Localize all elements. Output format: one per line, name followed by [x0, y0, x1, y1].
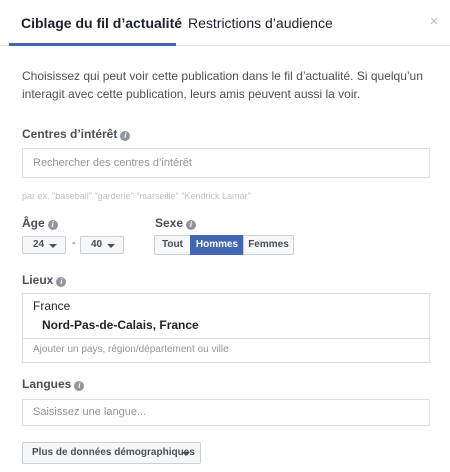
tab-audience-restrictions[interactable]: Restrictions d’audience — [188, 14, 333, 32]
age-label: Âge i — [22, 215, 58, 231]
locations-label: Lieux i — [22, 272, 67, 288]
gender-option-men[interactable]: Hommes — [190, 235, 244, 255]
divider — [23, 338, 429, 339]
interests-hint: par ex. "baseball" "garderie" "marseille… — [22, 191, 251, 201]
age-label-text: Âge — [22, 216, 45, 230]
interests-search-input[interactable]: Rechercher des centres d’intérêt — [22, 148, 430, 178]
info-icon[interactable]: i — [186, 220, 197, 230]
tab-bar: Ciblage du fil d’actualité Restrictions … — [0, 0, 450, 46]
intro-text: Choisissez qui peut voir cette publicati… — [22, 69, 423, 101]
chevron-down-icon — [107, 244, 115, 248]
info-icon[interactable]: i — [74, 381, 85, 391]
languages-label: Langues i — [22, 376, 85, 392]
gender-label: Sexe i — [155, 215, 197, 231]
age-max-value: 40 — [91, 239, 103, 250]
age-range-separator: - — [72, 237, 76, 249]
info-icon[interactable]: i — [47, 220, 58, 230]
interests-label: Centres d’intérêt i — [22, 126, 131, 142]
location-country: France — [33, 299, 71, 313]
close-icon[interactable]: × — [425, 13, 443, 31]
location-region[interactable]: Nord-Pas-de-Calais, France — [42, 318, 199, 332]
interests-label-text: Centres d’intérêt — [22, 127, 118, 141]
gender-label-text: Sexe — [155, 216, 184, 230]
more-demographics-button[interactable]: Plus de données démographiques — [22, 442, 201, 464]
language-search-input[interactable]: Saisissez une langue... — [22, 399, 430, 426]
languages-label-text: Langues — [22, 377, 72, 391]
locations-label-text: Lieux — [22, 273, 54, 287]
location-search-input[interactable]: Ajouter un pays, région/département ou v… — [33, 344, 229, 355]
age-max-select[interactable]: 40 — [80, 236, 124, 254]
age-min-value: 24 — [33, 239, 45, 250]
age-min-select[interactable]: 24 — [22, 236, 66, 254]
active-tab-indicator — [9, 43, 176, 46]
gender-option-all[interactable]: Tout — [154, 235, 191, 255]
gender-option-women[interactable]: Femmes — [243, 235, 294, 255]
chevron-down-icon — [49, 244, 57, 248]
chevron-down-icon — [182, 452, 190, 456]
tab-newsfeed-targeting[interactable]: Ciblage du fil d’actualité — [21, 14, 182, 32]
info-icon[interactable]: i — [120, 131, 131, 141]
locations-box: France Nord-Pas-de-Calais, France Ajoute… — [22, 293, 430, 363]
info-icon[interactable]: i — [56, 277, 67, 287]
more-demographics-label: Plus de données démographiques — [32, 447, 195, 458]
